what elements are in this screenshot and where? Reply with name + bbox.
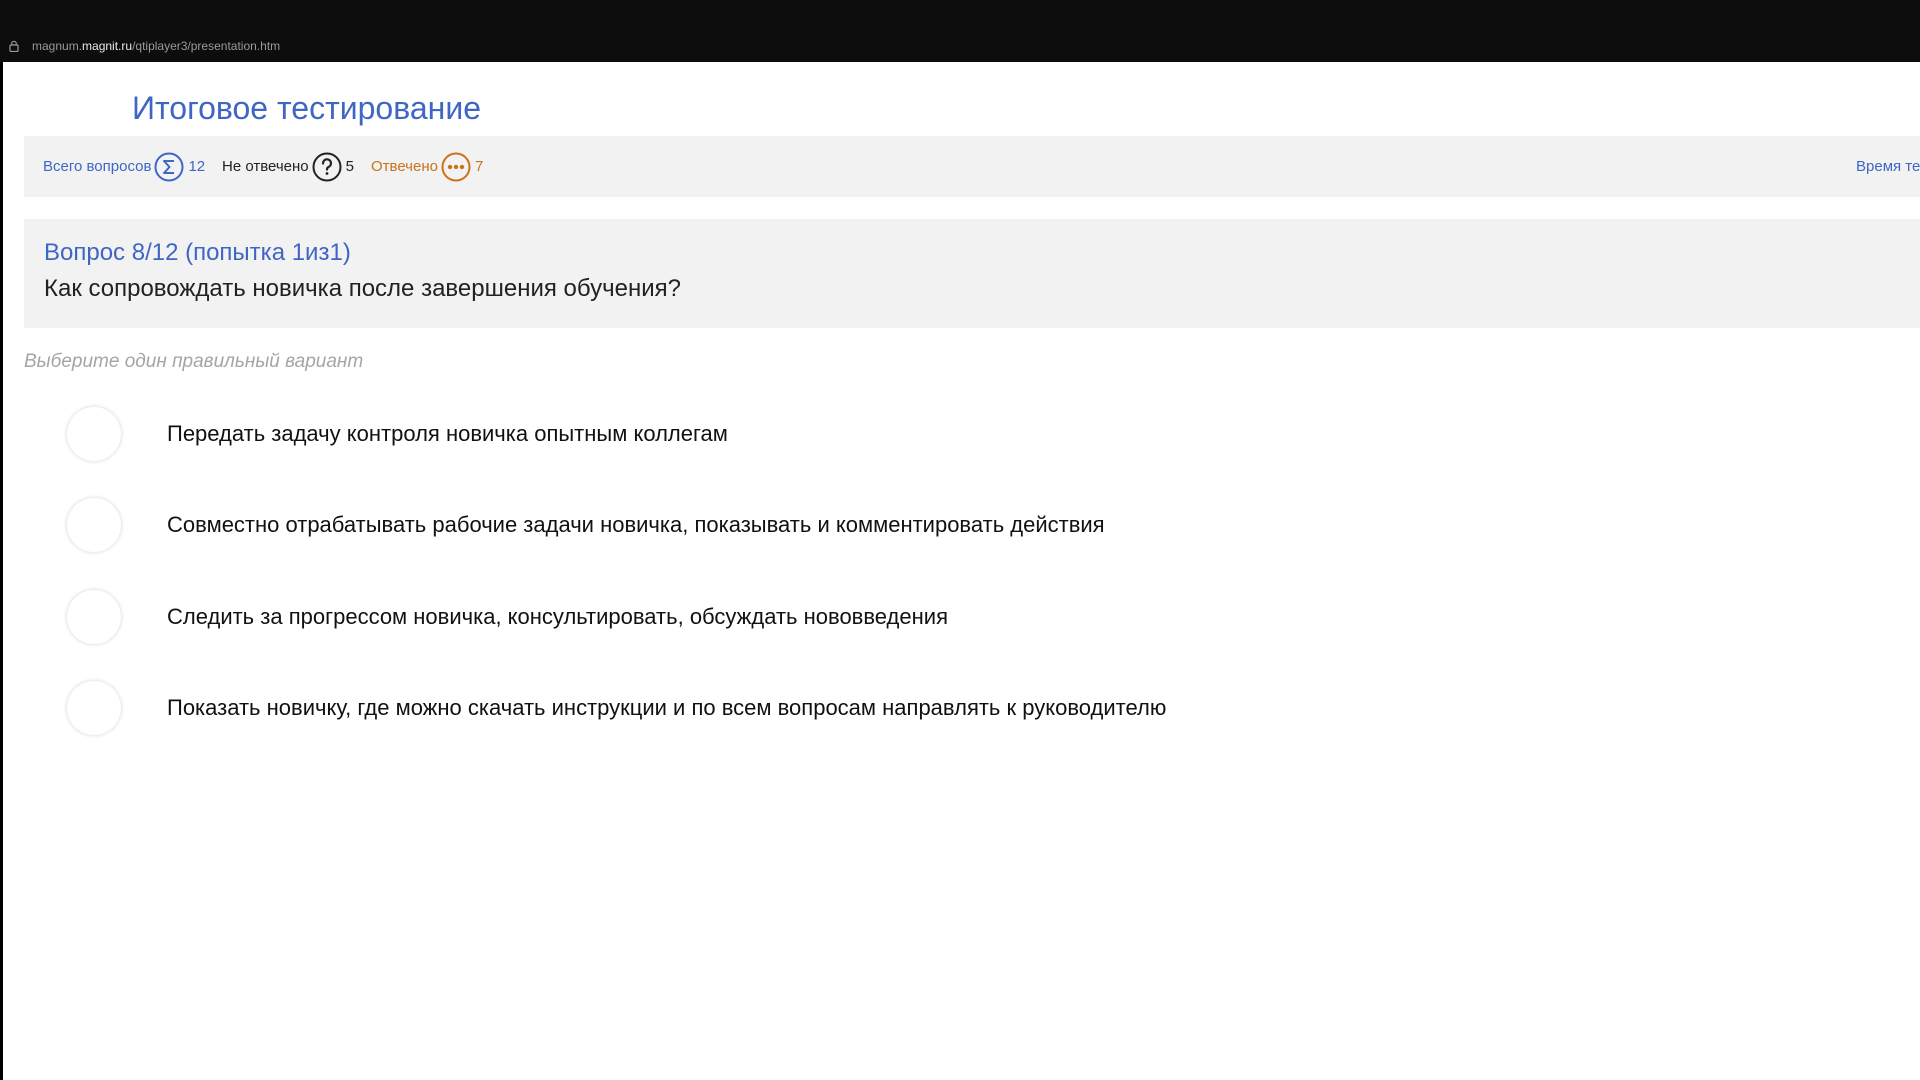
answer-option-label: Показать новичку, где можно скачать инст…: [167, 695, 1167, 720]
stat-time-label: Время те: [1856, 158, 1920, 175]
answer-option-label: Передать задачу контроля новичка опытным…: [167, 421, 728, 446]
sigma-icon: [154, 152, 184, 182]
radio-button[interactable]: [67, 407, 121, 461]
question-number: Вопрос 8/12 (попытка 1из1): [44, 239, 351, 266]
ellipsis-icon: [441, 152, 471, 182]
url-prefix: magnum.: [32, 39, 83, 53]
lock-icon: [8, 40, 20, 53]
stat-total-label: Всего вопросов: [43, 158, 152, 175]
answer-option-3[interactable]: Следить за прогрессом новичка, консульти…: [67, 587, 1867, 647]
stat-unanswered-value: 5: [345, 158, 354, 175]
question-box: Вопрос 8/12 (попытка 1из1) Как сопровожд…: [24, 219, 1920, 328]
stat-total-questions: Всего вопросов 12: [43, 136, 205, 197]
question-text: Как сопровождать новичка после завершени…: [44, 275, 681, 302]
url-host: magnit.ru: [82, 39, 133, 53]
answer-option-label: Совместно отрабатывать рабочие задачи но…: [167, 512, 1105, 537]
stat-answered-value: 7: [474, 158, 484, 175]
radio-button[interactable]: [67, 498, 121, 552]
browser-top-bar: magnum. magnit.ru/qtiplayer3/presentation…: [0, 0, 1920, 62]
stat-total-value: 12: [188, 158, 206, 175]
stats-bar: Всего вопросов 12 Не отвечено 5 Отвечено…: [24, 136, 1920, 197]
radio-button[interactable]: [67, 681, 121, 735]
answer-option-label: Следить за прогрессом новичка, консульти…: [167, 604, 948, 629]
radio-button[interactable]: [67, 590, 121, 644]
stat-unanswered: Не отвечено 5: [222, 136, 354, 197]
address-bar[interactable]: magnum. magnit.ru/qtiplayer3/presentation…: [8, 39, 280, 53]
answer-hint: Выберите один правильный вариант: [24, 351, 364, 372]
page-title: Итоговое тестирование: [132, 90, 481, 126]
stat-answered: Отвечено 7: [371, 136, 483, 197]
answer-option-4[interactable]: Показать новичку, где можно скачать инст…: [67, 678, 1867, 738]
test-page: Итоговое тестирование Всего вопросов 12 …: [3, 62, 1920, 1080]
question-mark-icon: [312, 152, 342, 182]
answer-option-1[interactable]: Передать задачу контроля новичка опытным…: [67, 404, 1867, 464]
stat-unanswered-label: Не отвечено: [222, 158, 309, 175]
url-path: /qtiplayer3/presentation.htm: [132, 39, 281, 53]
answer-option-2[interactable]: Совместно отрабатывать рабочие задачи но…: [67, 495, 1867, 555]
stat-answered-label: Отвечено: [371, 158, 438, 175]
